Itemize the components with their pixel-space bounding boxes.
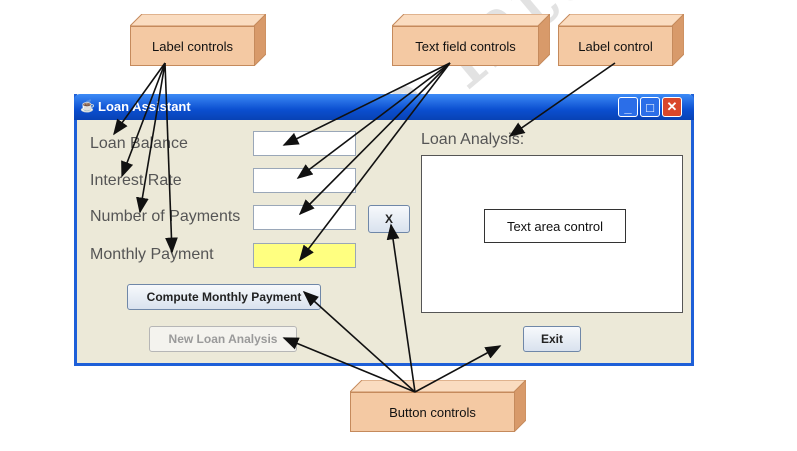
arrow-to-monthly-payment-label	[164, 62, 178, 254]
arrow-to-number-of-payments-field	[298, 62, 451, 216]
arrow-to-clear-button	[386, 223, 416, 393]
arrow-to-new-loan-analysis-button	[282, 337, 416, 393]
arrow-to-interest-rate-field	[296, 62, 451, 179]
annotation-arrows	[113, 62, 616, 393]
arrow-to-loan-balance-field	[282, 62, 451, 146]
arrow-to-compute-button	[302, 290, 416, 393]
arrow-to-interest-rate-label	[121, 62, 166, 178]
arrow-to-number-of-payments-label	[136, 62, 166, 214]
arrow-to-exit-button	[414, 345, 502, 393]
arrow-to-monthly-payment-field	[299, 62, 451, 262]
arrow-to-loan-balance-label	[113, 62, 166, 136]
arrow-to-loan-analysis-label	[508, 62, 616, 137]
